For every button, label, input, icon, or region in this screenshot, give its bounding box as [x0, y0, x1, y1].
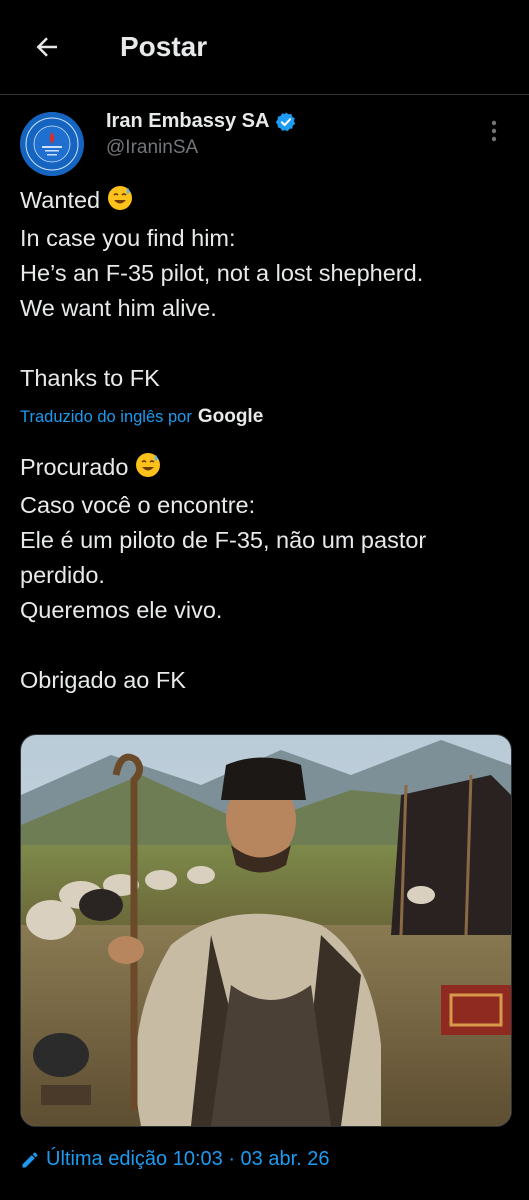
- pencil-icon: [22, 1152, 38, 1167]
- top-bar: Postar: [0, 0, 529, 95]
- more-options-button[interactable]: [483, 118, 505, 144]
- translation-label: Traduzido do inglês por: [20, 407, 192, 426]
- arrow-left-icon: [36, 37, 57, 57]
- translated-text: Procurado Caso você o encontre: Ele é um…: [20, 452, 427, 693]
- tweet-text: Wanted In case you find him: He’s an F-3…: [20, 185, 424, 391]
- more-vertical-icon: [491, 120, 497, 142]
- last-edit-link[interactable]: Última edição 10:03 · 03 abr. 26: [20, 1148, 330, 1171]
- translation-notice[interactable]: Traduzido do inglês por Google: [20, 406, 263, 428]
- author-name[interactable]: Iran Embassy SA: [106, 110, 269, 133]
- page-title: Postar: [120, 31, 208, 62]
- sweat-smile-emoji: [107, 185, 133, 221]
- avatar[interactable]: [20, 112, 84, 176]
- verified-badge-icon: [276, 111, 296, 131]
- embassy-seal-logo: [20, 112, 84, 176]
- sweat-smile-emoji: [135, 452, 161, 488]
- back-button[interactable]: [28, 28, 66, 66]
- author-handle[interactable]: @IraninSA: [106, 137, 198, 159]
- shepherd-photo: [21, 735, 511, 1126]
- google-logo: Google: [197, 406, 264, 427]
- last-edit-label: Última edição 10:03 · 03 abr. 26: [46, 1148, 330, 1170]
- author-name-row[interactable]: Iran Embassy SA: [106, 110, 297, 133]
- tweet-media-image[interactable]: [20, 734, 512, 1127]
